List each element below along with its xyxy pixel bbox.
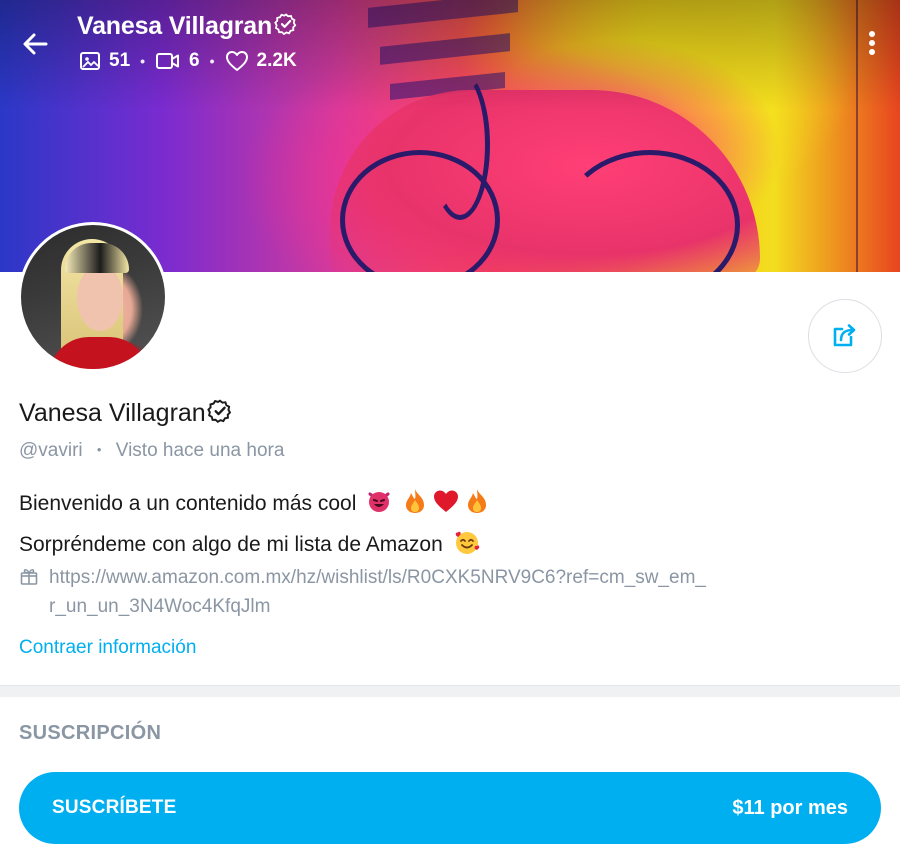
verified-badge-icon [274,12,298,43]
back-arrow-icon [23,33,48,55]
handle-line: @vaviri • Visto hace una hora [19,440,284,462]
bio: Bienvenido a un contenido más cool Sorpr… [19,485,879,567]
image-icon [80,52,100,70]
bio-line-1-text: Bienvenido a un contenido más cool [19,492,357,515]
bio-line-2: Sorpréndeme con algo de mi lista de Amaz… [19,526,879,567]
bio-line-2-text: Sorpréndeme con algo de mi lista de Amaz… [19,533,443,556]
more-vertical-icon [869,31,875,55]
profile-name-text: Vanesa Villagran [19,399,206,427]
subscribe-button[interactable]: SUSCRÍBETE $11 por mes [19,772,881,844]
verified-badge-icon [206,398,233,431]
top-bar: Vanesa Villagran 51 • 6 • 2.2K [0,0,900,90]
wishlist-link-row: https://www.amazon.com.mx/hz/wishlist/ls… [19,563,709,621]
section-divider [0,685,900,697]
share-icon [833,324,856,347]
smiling-face-with-hearts-emoji-icon [453,529,481,567]
gift-icon [19,566,39,595]
heart-icon [225,51,248,71]
subscribe-button-label: SUSCRÍBETE [52,797,177,818]
last-seen-status: Visto hace una hora [115,440,285,461]
red-heart-emoji-icon [432,488,460,526]
fire-emoji-icon [466,488,488,526]
back-button[interactable] [16,24,56,64]
likes-count: 2.2K [256,50,297,71]
stats-separator: • [140,53,146,69]
subscribe-price: $11 por mes [732,796,848,819]
share-button[interactable] [808,299,882,373]
handle-separator: • [96,442,102,457]
profile-name: Vanesa Villagran [19,398,233,431]
wishlist-link[interactable]: https://www.amazon.com.mx/hz/wishlist/ls… [49,563,709,621]
collapse-info-link[interactable]: Contraer información [19,637,196,659]
photos-count: 51 [109,50,131,71]
header-title: Vanesa Villagran [77,12,298,43]
smiling-devil-emoji-icon [366,488,392,526]
more-options-button[interactable] [858,26,886,60]
avatar[interactable] [18,222,168,372]
header-stats: 51 • 6 • 2.2K [79,50,297,72]
fire-emoji-icon [404,488,426,526]
username: @vaviri [19,440,83,461]
bio-line-1: Bienvenido a un contenido más cool [19,485,879,526]
videos-count: 6 [189,50,200,71]
subscription-section-title: SUSCRIPCIÓN [19,722,162,744]
stats-separator: • [209,53,215,69]
video-icon [156,53,180,69]
header-title-text: Vanesa Villagran [77,12,273,40]
